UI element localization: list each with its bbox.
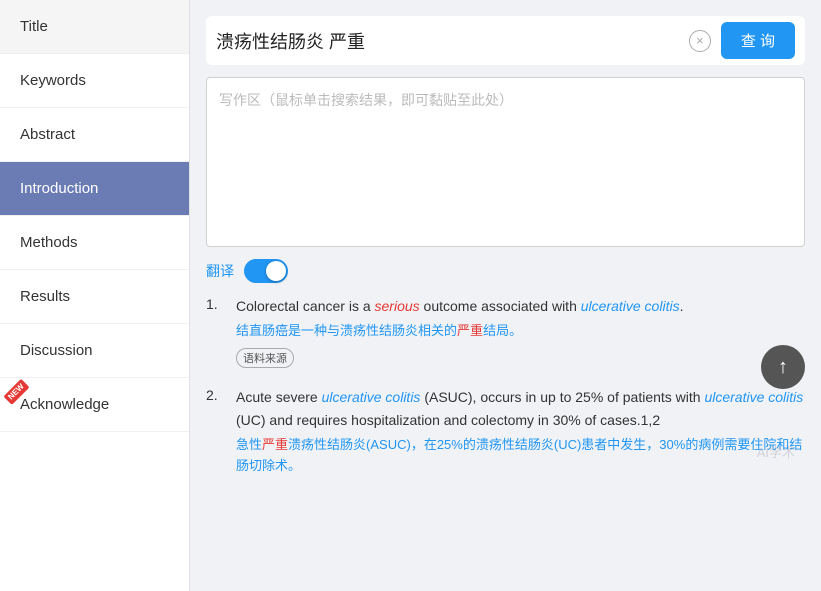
cn-highlight-severe: 严重 bbox=[457, 323, 483, 338]
result-en-2[interactable]: Acute severe ulcerative colitis (ASUC), … bbox=[236, 386, 805, 431]
sidebar-item-title[interactable]: Title bbox=[0, 0, 189, 54]
toggle-knob bbox=[266, 261, 286, 281]
sidebar-item-discussion[interactable]: Discussion bbox=[0, 324, 189, 378]
highlight-uc-1: ulcerative colitis bbox=[581, 298, 680, 314]
sidebar-item-label: Introduction bbox=[20, 180, 98, 197]
result-num-1: 1. bbox=[206, 295, 226, 368]
sidebar-item-label: Abstract bbox=[20, 126, 75, 143]
translate-label: 翻译 bbox=[206, 261, 234, 281]
cn-highlight-severe2: 严重 bbox=[262, 437, 288, 452]
clear-button[interactable]: × bbox=[689, 30, 711, 52]
sidebar-item-acknowledge[interactable]: Acknowledge bbox=[0, 378, 189, 432]
result-en-1[interactable]: Colorectal cancer is a serious outcome a… bbox=[236, 295, 805, 317]
sidebar-item-label: Title bbox=[20, 18, 48, 35]
main-content: 溃疡性结肠炎 严重 × 查 询 写作区（鼠标单击搜索结果，即可黏贴至此处） 翻译… bbox=[190, 0, 821, 591]
scroll-top-button[interactable]: ↑ bbox=[761, 345, 805, 389]
result-content-1: Colorectal cancer is a serious outcome a… bbox=[236, 295, 805, 368]
result-content-2: Acute severe ulcerative colitis (ASUC), … bbox=[236, 386, 805, 480]
highlight-uc-2a: ulcerative colitis bbox=[322, 389, 421, 405]
arrow-up-icon: ↑ bbox=[778, 356, 788, 379]
result-item-2: 2. Acute severe ulcerative colitis (ASUC… bbox=[206, 386, 805, 480]
search-input-wrap: 溃疡性结肠炎 严重 × bbox=[216, 28, 711, 54]
sidebar: Title Keywords Abstract Introduction Met… bbox=[0, 0, 190, 591]
cn-highlight-uc2a: 溃疡性结肠炎 bbox=[288, 437, 366, 452]
highlight-serious: serious bbox=[375, 298, 420, 314]
writing-area[interactable]: 写作区（鼠标单击搜索结果，即可黏贴至此处） bbox=[206, 77, 805, 247]
sidebar-item-label: Keywords bbox=[20, 72, 86, 89]
search-button[interactable]: 查 询 bbox=[721, 22, 795, 59]
toggle-track[interactable] bbox=[244, 259, 288, 283]
result-item-1: 1. Colorectal cancer is a serious outcom… bbox=[206, 295, 805, 368]
sidebar-item-label: Methods bbox=[20, 234, 78, 251]
sidebar-item-abstract[interactable]: Abstract bbox=[0, 108, 189, 162]
source-badge-1[interactable]: 语料来源 bbox=[236, 348, 294, 368]
translate-toggle[interactable] bbox=[244, 259, 288, 283]
sidebar-item-introduction[interactable]: Introduction bbox=[0, 162, 189, 216]
result-cn-1: 结直肠癌是一种与溃疡性结肠炎相关的严重结局。 bbox=[236, 321, 805, 342]
sidebar-item-methods[interactable]: Methods bbox=[0, 216, 189, 270]
search-bar: 溃疡性结肠炎 严重 × 查 询 bbox=[206, 16, 805, 65]
cn-highlight-uc: 溃疡性结肠炎 bbox=[340, 323, 418, 338]
sidebar-item-label: Acknowledge bbox=[20, 396, 109, 413]
sidebar-item-label: Results bbox=[20, 288, 70, 305]
translate-row: 翻译 bbox=[206, 259, 805, 283]
result-num-2: 2. bbox=[206, 386, 226, 480]
result-cn-2: 急性严重溃疡性结肠炎(ASUC)，在25%的溃疡性结肠炎(UC)患者中发生，30… bbox=[236, 435, 805, 477]
sidebar-item-keywords[interactable]: Keywords bbox=[0, 54, 189, 108]
search-query-text: 溃疡性结肠炎 严重 bbox=[216, 28, 683, 54]
writing-placeholder: 写作区（鼠标单击搜索结果，即可黏贴至此处） bbox=[219, 92, 513, 108]
sidebar-item-label: Discussion bbox=[20, 342, 93, 359]
results-list: 1. Colorectal cancer is a serious outcom… bbox=[206, 295, 805, 481]
cn-highlight-uc2b: 溃疡性结肠炎 bbox=[476, 437, 554, 452]
highlight-uc-2b: ulcerative colitis bbox=[704, 389, 803, 405]
sidebar-item-results[interactable]: Results bbox=[0, 270, 189, 324]
